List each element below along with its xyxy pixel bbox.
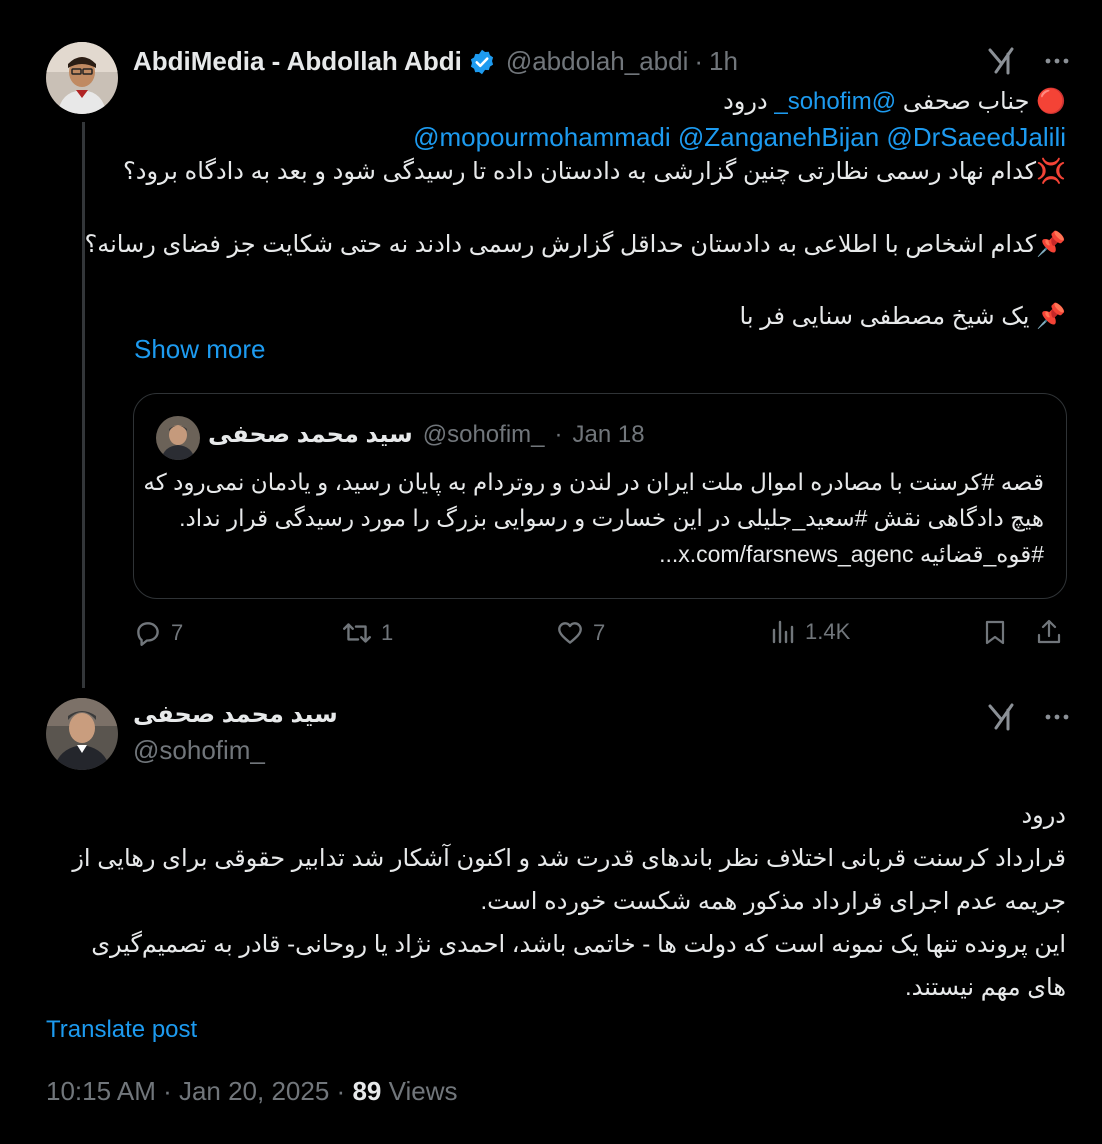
views-action[interactable]: 1.4K [769,618,850,646]
avatar-sohofim[interactable] [46,698,118,770]
separator-dot: · [554,420,563,448]
avatar-image [46,42,118,114]
greeting-suffix: درود [723,88,775,115]
post-line-question-2: 📌کدام اشخاص با اطلاعی به دادستان حداقل گ… [84,231,1066,258]
grok-icon[interactable] [986,702,1016,732]
post-time[interactable]: 1h [709,46,738,77]
reply-line-4: این پرونده تنها یک نمونه است که دولت ها … [91,931,1066,958]
thread-connector-line [82,122,85,688]
like-action[interactable]: 7 [555,618,605,648]
views-count: 1.4K [805,619,851,644]
reply-top-actions [986,702,1072,732]
repost-action[interactable]: 1 [341,618,393,648]
quoted-line-2: هیچ دادگاهی نقش #سعید_جلیلی در این خسارت… [179,505,1044,531]
reply-line-5: های مهم نیستند. [904,974,1066,1001]
quoted-line-3: #قوه_قضائیه x.com/farsnews_agenc... [659,541,1044,567]
grok-icon[interactable] [986,46,1016,76]
reply-line-2: قرارداد کرسنت قربانی اختلاف نظر باندهای … [72,845,1066,872]
bookmark-icon [981,618,1009,646]
reply-author-name[interactable]: سید محمد صحفی [133,700,338,729]
views-number: 89 [352,1076,382,1106]
more-icon[interactable] [1042,702,1072,732]
reply-count: 7 [171,620,184,645]
quoted-line-1: قصه #کرسنت با مصادره اموال ملت ایران در … [143,469,1044,495]
post-header: AbdiMedia - Abdollah Abdi @abdolah_abdi … [133,46,738,77]
verified-badge-icon [468,48,496,76]
like-count: 7 [593,620,606,645]
greeting-prefix: 🔴 جناب صحفی [896,88,1066,115]
separator-dot: · [694,46,704,76]
quoted-handle: @sohofim_ [422,420,545,448]
quoted-avatar [156,416,200,460]
reply-action[interactable]: 7 [133,618,183,648]
show-more-link[interactable]: Show more [134,334,266,365]
reply-line-3: جریمه عدم اجرای قرارداد مذکور همه شکست خ… [480,888,1066,915]
mention-sohofim[interactable]: @sohofim_ [774,88,896,115]
translate-post-link[interactable]: Translate post [46,1016,197,1044]
action-bar: 7 1 7 1.4K [133,618,1067,658]
quoted-post-card[interactable]: سید محمد صحفی @sohofim_ · Jan 18 قصه #کر… [133,393,1067,599]
reply-author-handle[interactable]: @sohofim_ [133,735,265,766]
quoted-author-name: سید محمد صحفی [208,421,413,448]
reply-line-1: درود [1021,802,1066,829]
views-icon [769,618,797,646]
share-icon [1035,618,1063,646]
post-line-greeting: 🔴 جناب صحفی @sohofim_ درود [723,85,1066,119]
mentions-group[interactable]: @mopourmohammadi @ZanganehBijan @DrSaeed… [413,122,1066,152]
avatar-image [46,698,118,770]
post-meta: 10:15 AM · Jan 20, 2025 · 89 Views [46,1076,457,1107]
like-icon [555,618,585,648]
reply-icon [133,618,163,648]
avatar-abdimedia[interactable] [46,42,118,114]
post-line-question-3: 📌 یک شیخ مصطفی سنایی فر با [739,303,1066,330]
more-icon[interactable] [1042,46,1072,76]
share-action[interactable] [1035,618,1063,646]
repost-icon [341,618,373,648]
quoted-date: Jan 18 [572,420,645,448]
post-top-actions [986,46,1072,76]
views-label: Views [388,1076,458,1106]
post-line-mentions: @mopourmohammadi @ZanganehBijan @DrSaeed… [413,120,1066,156]
bookmark-action[interactable] [981,618,1009,646]
repost-count: 1 [381,620,394,645]
author-handle[interactable]: @abdolah_abdi [506,46,689,77]
author-name[interactable]: AbdiMedia - Abdollah Abdi [133,46,462,77]
post-timestamp[interactable]: 10:15 AM · Jan 20, 2025 · [46,1076,345,1106]
quoted-header: سید محمد صحفی @sohofim_ · Jan 18 [208,420,645,449]
post-line-question-1: 💢کدام نهاد رسمی نظارتی چنین گزارشی به دا… [123,158,1066,185]
